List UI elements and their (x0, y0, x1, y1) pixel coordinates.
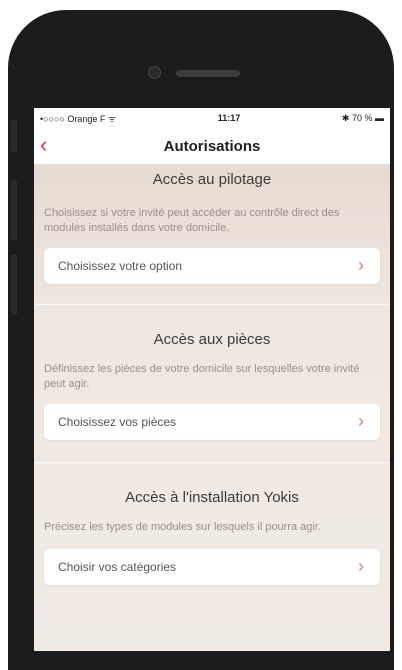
chevron-right-icon: › (358, 255, 364, 275)
choose-categories-button[interactable]: Choisir vos catégories › (44, 549, 380, 585)
section-pieces: Accès aux pièces Définissez les pièces d… (34, 305, 390, 440)
volume-up-button (11, 180, 17, 240)
silent-switch (11, 120, 17, 152)
app-screen: •○○○○ Orange F ᯤ 11:17 ✱ 70 % ▬ ‹ Autori… (34, 108, 390, 651)
option-label: Choisir vos catégories (58, 560, 177, 574)
chevron-left-icon[interactable]: ‹ (40, 134, 47, 156)
option-label: Choisissez vos pièces (58, 415, 177, 429)
status-time: 11:17 (217, 113, 241, 123)
section-description: Choisissez si votre invité peut accéder … (44, 207, 340, 234)
choose-option-button[interactable]: Choisissez votre option › (44, 248, 380, 284)
volume-down-button (11, 255, 17, 315)
section-heading: Accès au pilotage (152, 171, 272, 188)
chevron-right-icon: › (358, 411, 364, 431)
section-description: Précisez les types de modules sur lesque… (44, 521, 321, 533)
status-bar: •○○○○ Orange F ᯤ 11:17 ✱ 70 % ▬ (34, 108, 390, 128)
carrier-signal: •○○○○ Orange F ᯤ (40, 113, 117, 124)
choose-rooms-button[interactable]: Choisissez vos pièces › (44, 404, 380, 440)
page-title: Autorisations (163, 137, 261, 155)
section-heading: Accès à l'installation Yokis (125, 489, 299, 506)
section-installation: Accès à l'installation Yokis Précisez le… (34, 463, 390, 585)
navigation-bar: ‹ Autorisations (34, 128, 390, 165)
section-description: Définissez les pièces de votre domicile … (44, 363, 360, 390)
section-pilotage: Accès au pilotage Choisissez si votre in… (34, 165, 390, 284)
earpiece-speaker (176, 70, 240, 77)
section-heading: Accès aux pièces (153, 331, 271, 348)
chevron-right-icon: › (358, 556, 364, 576)
front-camera (148, 66, 161, 79)
option-label: Choisissez votre option (58, 259, 183, 273)
battery-indicator: ✱ 70 % ▬ (341, 112, 384, 123)
